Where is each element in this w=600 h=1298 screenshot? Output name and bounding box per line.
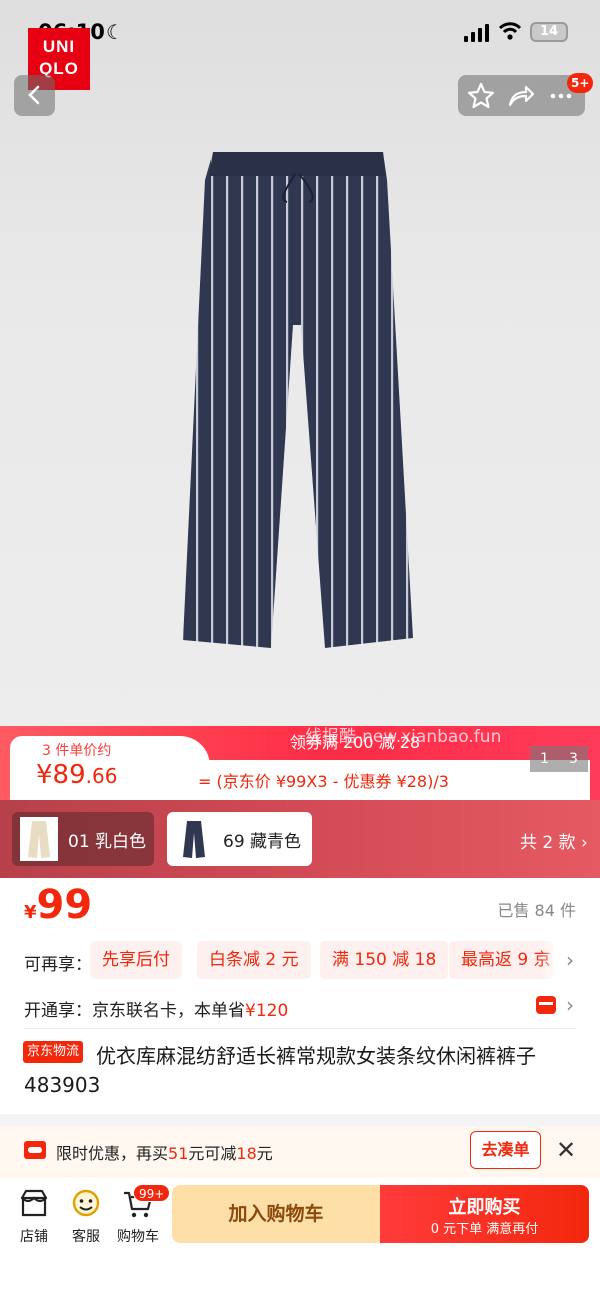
variant-total-link[interactable]: 共 2 款 ›: [520, 828, 588, 853]
variant-label: 01 乳白色: [68, 832, 147, 852]
service-label: 客服: [72, 1229, 100, 1245]
add-on-button[interactable]: 去凑单: [470, 1131, 541, 1169]
chevron-right-icon[interactable]: ›: [566, 948, 574, 972]
pager-total: 3: [559, 746, 588, 772]
variant-cream[interactable]: 01 乳白色: [12, 812, 154, 866]
tags-fade: [540, 938, 562, 982]
per-unit-label: 3 件单价约: [42, 743, 112, 759]
wifi-icon: [498, 22, 522, 40]
benefits-label: 可再享：: [24, 955, 92, 975]
product-price: ¥99: [24, 882, 93, 928]
moon-icon: ☾: [106, 20, 124, 44]
cart-count-badge: 99+: [133, 1184, 171, 1202]
variant-navy[interactable]: 69 藏青色: [167, 812, 312, 866]
divider: [24, 1028, 576, 1029]
benefit-tag[interactable]: 满 150 减 18: [320, 941, 449, 979]
member-card-offer[interactable]: 开通享：京东联名卡，本单省¥120: [24, 996, 288, 1021]
product-title: 优衣库麻混纺舒适长裤常规款女装条纹休闲裤裤子: [96, 1044, 536, 1068]
watermark-text: 线报酷-new.xianbao.fun: [305, 727, 502, 747]
variant-thumb-navy: [175, 817, 213, 861]
buy-now-button[interactable]: 立即购买 0 元下单 满意再付: [380, 1185, 589, 1243]
close-icon[interactable]: ✕: [556, 1136, 576, 1164]
per-unit-price: ¥89.66: [36, 760, 118, 790]
back-button[interactable]: [14, 75, 55, 116]
buy-now-label: 立即购买: [448, 1197, 521, 1218]
variant-label: 69 藏青色: [223, 832, 302, 852]
product-image-pants: [183, 152, 413, 648]
share-icon[interactable]: [506, 81, 536, 111]
credit-card-icon: [536, 996, 556, 1014]
customer-service-icon: [72, 1189, 100, 1217]
pager-current: 1: [530, 746, 559, 772]
store-label: 店铺: [20, 1229, 48, 1245]
cart-label: 购物车: [117, 1229, 159, 1245]
benefit-tag[interactable]: 先享后付: [90, 941, 182, 979]
benefit-tag[interactable]: 白条减 2 元: [197, 941, 311, 979]
price-formula: = (京东价 ¥99X3 - 优惠券 ¥28)/3: [198, 772, 449, 791]
product-image-area[interactable]: 06:10 ☾ 14 UNI QLO 5+: [0, 0, 600, 730]
add-to-cart-button[interactable]: 加入购物车: [172, 1185, 380, 1243]
section-gap: [0, 1114, 600, 1126]
chevron-left-icon: [27, 85, 39, 105]
variant-bar: 01 乳白色 69 藏青色: [0, 800, 600, 878]
buy-now-sublabel: 0 元下单 满意再付: [430, 1222, 539, 1237]
jd-logistics-badge: 京东物流: [23, 1041, 84, 1063]
promo-text: 限时优惠，再买51元可减18元: [56, 1144, 273, 1163]
signal-icon: [464, 24, 490, 42]
benefit-tag[interactable]: 最高返 9 京: [449, 941, 554, 979]
product-title-code: 483903: [24, 1073, 101, 1097]
star-icon[interactable]: [466, 81, 496, 111]
message-badge: 5+: [567, 73, 594, 93]
status-bar: 06:10 ☾ 14: [0, 0, 600, 64]
ticket-icon: [24, 1141, 46, 1159]
chevron-right-icon[interactable]: ›: [566, 993, 574, 1017]
sold-count: 已售 84 件: [497, 901, 576, 920]
battery-indicator: 14: [530, 22, 568, 42]
header-actions: [458, 75, 585, 116]
variant-thumb-cream: [20, 817, 58, 861]
store-icon: [20, 1189, 48, 1217]
image-pager: 13: [530, 746, 588, 772]
